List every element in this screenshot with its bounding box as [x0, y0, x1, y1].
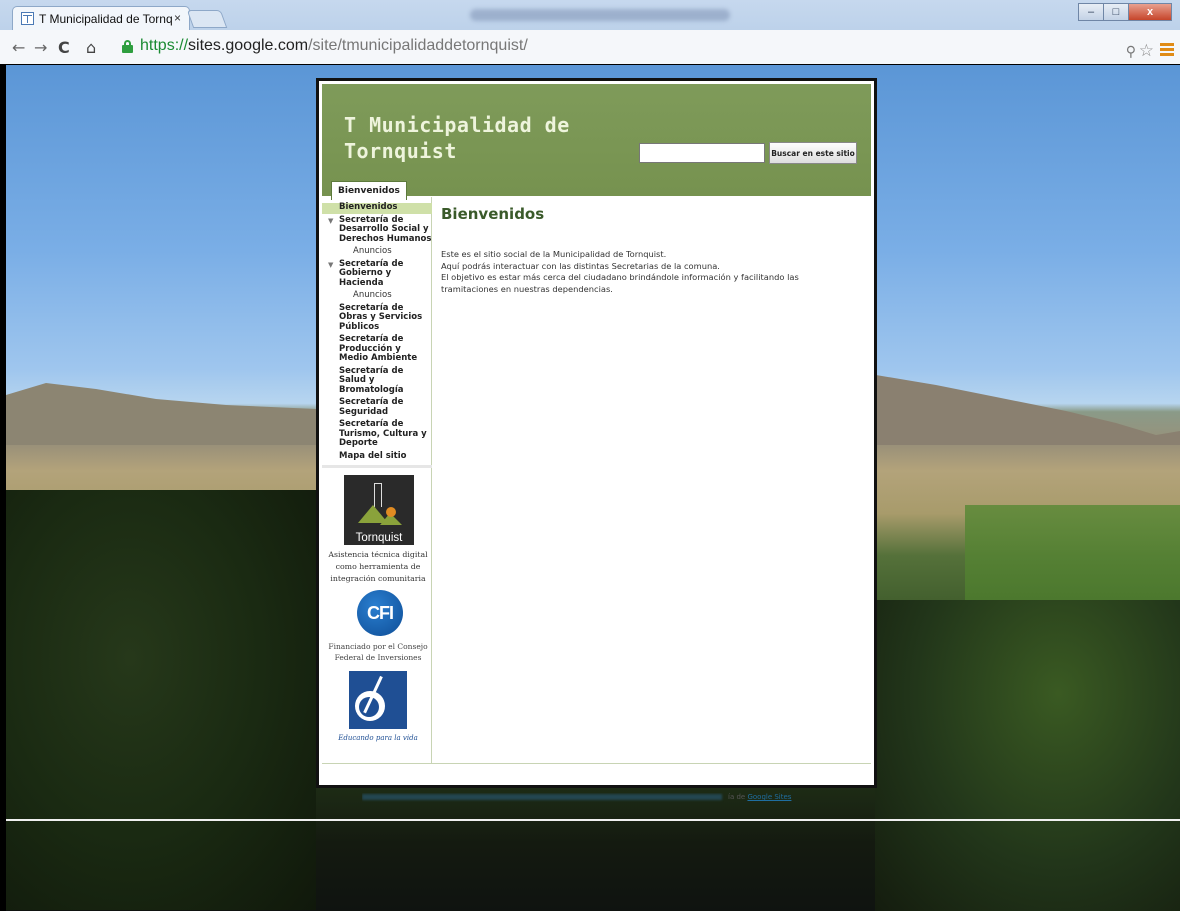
url-text: https://sites.google.com/site/tmunicipal… [140, 37, 528, 54]
tornquist-logo[interactable]: Tornquist [344, 475, 414, 545]
close-window-button[interactable]: x [1128, 3, 1172, 21]
trees-right-image [875, 600, 1180, 911]
sidebar-item-mapa-sitio[interactable]: Mapa del sitio [322, 451, 432, 465]
tower-shape [374, 483, 382, 507]
background-window-title [470, 9, 730, 21]
site-header: T Municipalidad de Tornquist Buscar en e… [322, 84, 871, 200]
expand-arrow-icon[interactable]: ▼ [328, 261, 333, 271]
sidebar-item-label: Secretaría de Gobierno y Hacienda [339, 258, 404, 288]
site-title-line2: Tornquist [344, 139, 457, 163]
content-footer-line [322, 763, 871, 764]
paragraph-line: tramitaciones en nuestras dependencias. [441, 283, 613, 294]
horizontal-divider [6, 819, 1180, 821]
tab-close-icon[interactable]: × [174, 11, 181, 25]
welcome-paragraph: Este es el sitio social de la Municipali… [441, 249, 869, 295]
sidebar-item-produccion[interactable]: Secretaría de Producción y Medio Ambient… [322, 334, 432, 367]
site-footer-links: ía de Google Sites [362, 793, 842, 803]
zoom-icon[interactable]: ⚲ [1126, 44, 1136, 60]
lock-icon [122, 40, 133, 53]
tornquist-caption: Asistencia técnica digital como herramie… [328, 550, 428, 583]
expand-arrow-icon[interactable]: ▼ [328, 217, 333, 227]
sidebar-nav: Bienvenidos ▼ Secretaría de Desarrollo So… [322, 202, 432, 465]
sidebar-item-salud[interactable]: Secretaría de Salud y Bromatología [322, 366, 432, 399]
site-search-button[interactable]: Buscar en este sitio [769, 142, 857, 164]
paragraph-line: Aquí podrás interactuar con las distinta… [441, 260, 720, 271]
educando-caption: Educando para la vida [338, 734, 418, 742]
sidebar-item-obras-publicas[interactable]: Secretaría de Obras y Servicios Públicos [322, 303, 432, 336]
sidebar: Bienvenidos ▼ Secretaría de Desarrollo So… [322, 197, 432, 763]
google-sites-link[interactable]: Google Sites [747, 793, 791, 801]
site-container: T Municipalidad de Tornquist Buscar en e… [316, 78, 877, 788]
paragraph-line: El objetivo es estar más cerca del ciuda… [441, 272, 799, 282]
cfi-caption: Financiado por el Consejo Federal de Inv… [328, 642, 428, 662]
sun-shape [386, 507, 396, 517]
powered-by-text: ía de [728, 793, 746, 801]
tab-bar: T Municipalidad de Tornq × – □ x [0, 0, 1180, 30]
reload-icon[interactable]: C [58, 38, 70, 57]
tornquist-logo-text: Tornquist [355, 532, 403, 544]
site-title-line1: T Municipalidad de [344, 113, 570, 137]
site-search-input[interactable] [639, 143, 765, 163]
new-tab-button[interactable] [186, 10, 228, 28]
trees-left-image [6, 490, 316, 910]
footer-links-blurred[interactable] [362, 794, 722, 800]
site-title[interactable]: T Municipalidad de Tornquist [344, 112, 674, 164]
forward-arrow-icon[interactable]: → [34, 38, 47, 57]
browser-toolbar: ← → C ⌂ https://sites.google.com/site/tm… [0, 30, 1180, 64]
sidebar-item-gobierno-hacienda[interactable]: ▼ Secretaría de Gobierno y Hacienda [322, 258, 432, 292]
address-bar[interactable]: https://sites.google.com/site/tmunicipal… [118, 35, 1178, 61]
paragraph-line: Este es el sitio social de la Municipali… [441, 249, 667, 259]
sidebar-item-desarrollo-social[interactable]: ▼ Secretaría de Desarrollo Social y Derec… [322, 214, 432, 248]
sidebar-item-bienvenidos[interactable]: Bienvenidos [322, 202, 432, 214]
green-field-image [965, 505, 1180, 605]
sidebar-item-turismo[interactable]: Secretaría de Turismo, Cultura y Deporte [322, 419, 432, 452]
home-icon[interactable]: ⌂ [86, 38, 96, 57]
minimize-button[interactable]: – [1078, 3, 1104, 21]
maximize-button[interactable]: □ [1103, 3, 1129, 21]
bookmark-star-icon[interactable]: ☆ [1139, 41, 1154, 61]
browser-chrome: T Municipalidad de Tornq × – □ x ← → C ⌂… [0, 0, 1180, 64]
browser-tab[interactable]: T Municipalidad de Tornq × [12, 6, 190, 30]
sidebar-item-label: Secretaría de Desarrollo Social y Derech… [339, 214, 432, 244]
sidebar-item-anuncios[interactable]: Anuncios [322, 290, 432, 304]
main-content: Bienvenidos Este es el sitio social de l… [441, 197, 869, 295]
sidebar-item-seguridad[interactable]: Secretaría de Seguridad [322, 397, 432, 420]
educando-logo[interactable] [349, 671, 407, 729]
site-favicon-icon [21, 12, 34, 25]
window-controls: – □ x [1078, 3, 1172, 21]
back-arrow-icon[interactable]: ← [12, 38, 25, 57]
sidebar-divider [322, 465, 432, 468]
menu-icon[interactable] [1160, 43, 1174, 57]
page-title: Bienvenidos [441, 205, 545, 223]
tab-title: T Municipalidad de Tornq [39, 11, 173, 26]
cfi-logo[interactable]: CFI [357, 590, 403, 636]
